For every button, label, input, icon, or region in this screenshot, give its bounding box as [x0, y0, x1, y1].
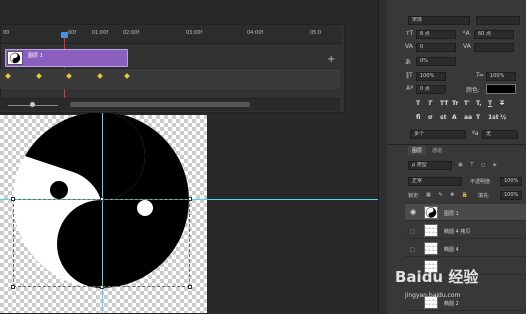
layer-thumbnail: [424, 242, 438, 255]
kerning-label: VA: [405, 43, 413, 50]
faux-italic-button[interactable]: T: [428, 100, 432, 107]
layer-filter-select[interactable]: ρ 类型: [408, 161, 452, 170]
font-size-field[interactable]: 8 点: [416, 30, 456, 39]
baseline-shift-field[interactable]: 0 点: [416, 85, 446, 94]
opacity-label: 不透明度:: [470, 179, 492, 185]
lock-label: 锁定:: [408, 193, 420, 199]
lock-icons[interactable]: ▦ ✎ ✥ 🔒: [426, 192, 471, 198]
baseline-icon: Aª: [406, 85, 413, 92]
transform-handle[interactable]: [11, 197, 15, 201]
leading-icon: ᴬA: [463, 30, 470, 37]
vertical-scale-icon: ‖T: [406, 72, 413, 79]
ruler-tick: 00: [3, 30, 10, 36]
transform-handle[interactable]: [11, 285, 15, 289]
baidu-watermark-url: jingyan.baidu.com: [405, 292, 461, 299]
fill-field[interactable]: 100%: [500, 191, 522, 200]
ligature-button[interactable]: fi: [416, 114, 420, 121]
text-color-swatch[interactable]: [486, 84, 516, 94]
layer-thumbnail: [424, 224, 438, 237]
contextual-alternates-button[interactable]: σ: [428, 114, 433, 121]
horizontal-scale-field[interactable]: 100%: [486, 72, 516, 81]
add-track-icon[interactable]: +: [327, 54, 335, 65]
discretionary-ligature-button[interactable]: st: [440, 114, 446, 121]
opacity-field[interactable]: 100%: [500, 177, 522, 186]
faux-bold-button[interactable]: T: [416, 100, 420, 107]
ruler-tick: 00f: [68, 30, 77, 36]
transform-bounding-box[interactable]: [13, 199, 190, 287]
tsume-field[interactable]: 0%: [416, 57, 456, 66]
color-label: 颜色:: [466, 87, 481, 94]
antialias-select[interactable]: 无: [482, 130, 518, 139]
visibility-eye-icon[interactable]: ◉: [410, 208, 416, 216]
layer-filter-icons[interactable]: ▣ T ◻ ◈: [458, 162, 518, 168]
timeline-scrollbar[interactable]: [70, 102, 250, 107]
transform-handle[interactable]: [100, 285, 104, 289]
font-size-icon: ᴛT: [406, 30, 414, 37]
horizontal-scale-icon: T═: [476, 72, 484, 79]
tab-channels[interactable]: 通道: [428, 146, 446, 155]
kerning-field[interactable]: 0: [416, 43, 456, 52]
tracking-icon: VA: [463, 43, 471, 50]
layer-thumbnail: [424, 206, 438, 219]
ordinals-button[interactable]: 1st: [488, 114, 499, 121]
blend-mode-select[interactable]: 正常: [408, 177, 462, 186]
layer-name: 椭圆 4 拷贝: [444, 229, 471, 235]
font-family-select[interactable]: 宋体: [408, 16, 470, 25]
layer-track-bar[interactable]: [5, 49, 128, 67]
ruler-tick: 01:00f: [92, 30, 109, 36]
small-caps-button[interactable]: Tr: [452, 100, 458, 107]
language-select[interactable]: 多个: [410, 130, 466, 139]
layer-track-thumbnail: [7, 51, 23, 65]
strikethrough-button[interactable]: T: [500, 100, 504, 107]
scale-percent-icon: あ: [405, 59, 412, 66]
swash-button[interactable]: A: [452, 114, 457, 121]
stylistic-alternates-button[interactable]: aa: [464, 114, 472, 121]
subscript-button[interactable]: T,: [476, 100, 482, 107]
fractions-button[interactable]: ½: [500, 114, 506, 121]
layer-name: 椭圆 2: [444, 301, 459, 307]
transform-handle[interactable]: [100, 197, 104, 201]
visibility-toggle-empty[interactable]: [410, 229, 415, 234]
keyframe-row[interactable]: [0, 68, 340, 89]
superscript-button[interactable]: T': [464, 100, 470, 107]
layer-name: 图层 1: [444, 211, 459, 217]
ruler-tick: 03:00f: [186, 30, 203, 36]
timeline-ruler[interactable]: [1, 25, 341, 44]
ruler-tick: 02:00f: [123, 30, 140, 36]
transform-handle[interactable]: [188, 197, 192, 201]
visibility-toggle-empty[interactable]: [410, 247, 415, 252]
leading-field[interactable]: 60 点: [474, 30, 514, 39]
layer-track-label: 图层 1: [28, 53, 43, 59]
vertical-scale-field[interactable]: 100%: [416, 72, 446, 81]
font-style-select[interactable]: [476, 16, 520, 25]
tracking-field[interactable]: [474, 43, 514, 52]
fill-label: 填充:: [478, 193, 490, 199]
ruler-tick: 05:0: [310, 30, 322, 36]
zoom-slider-knob[interactable]: [30, 102, 35, 107]
titling-alternates-button[interactable]: T: [476, 114, 480, 121]
all-caps-button[interactable]: TT: [440, 100, 448, 107]
transform-handle[interactable]: [188, 285, 192, 289]
underline-button[interactable]: T: [488, 100, 492, 107]
layer-name: 椭圆 4: [444, 247, 459, 253]
antialias-icon: ªa: [472, 130, 479, 137]
baidu-watermark: Baidu 经验: [395, 268, 479, 286]
tab-layers[interactable]: 图层: [408, 146, 427, 155]
ruler-tick: 04:00f: [247, 30, 264, 36]
